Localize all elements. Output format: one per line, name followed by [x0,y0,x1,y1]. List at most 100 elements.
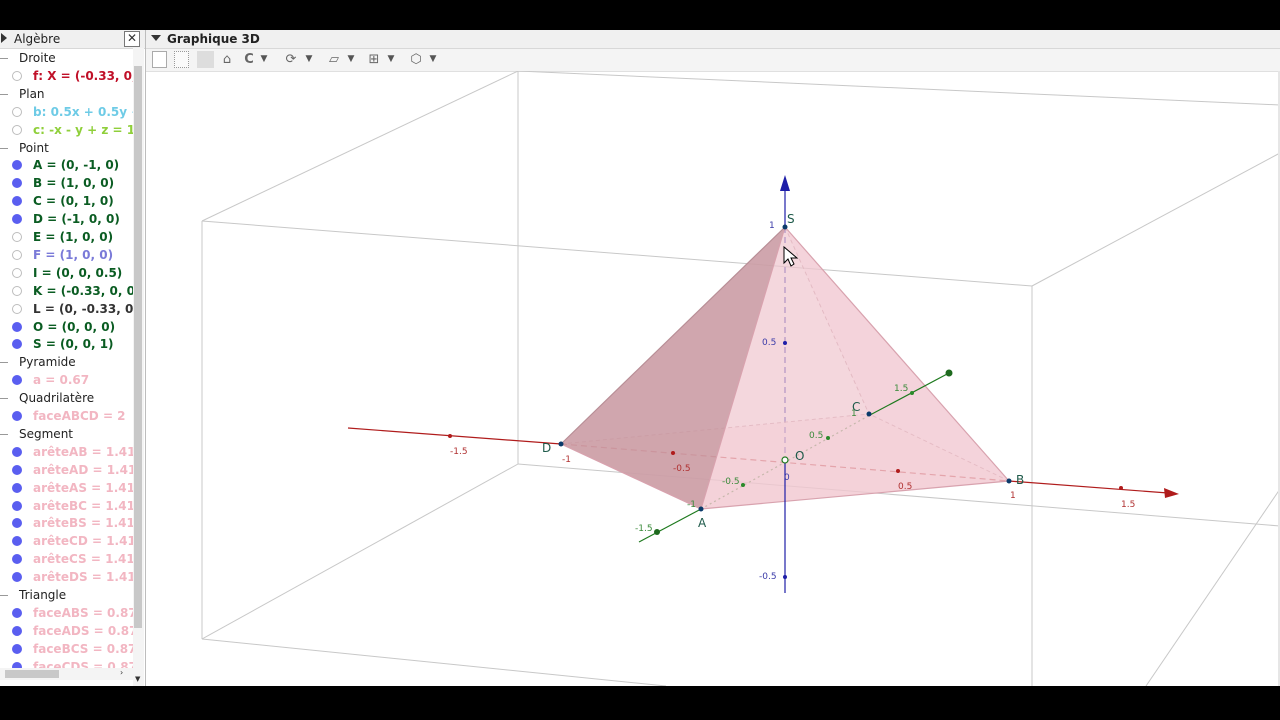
visibility-toggle-icon[interactable] [12,554,22,565]
view-direction-icon[interactable]: ⬡ [408,51,424,68]
algebra-category-header[interactable]: Plan [0,86,134,104]
close-icon[interactable]: ✕ [124,31,140,47]
algebra-item-label[interactable]: faceABCD = 2 [33,409,126,423]
axes-style-icon[interactable]: ⊞ [366,51,382,68]
animation-play-icon[interactable]: ⟳ [282,51,300,68]
visibility-toggle-icon[interactable] [12,625,22,636]
algebra-item[interactable]: arêteBC = 1.41 [0,498,134,516]
scrollbar-thumb[interactable] [134,66,142,628]
home-icon[interactable]: ⌂ [219,51,235,68]
algebra-category-header[interactable]: Point [0,140,134,158]
visibility-toggle-icon[interactable] [12,267,22,278]
algebra-item[interactable]: K = (-0.33, 0, 0.6 [0,283,134,301]
collapse-dash-icon[interactable] [0,398,8,400]
rotate-view-icon[interactable]: C [241,51,257,68]
visibility-toggle-icon[interactable] [12,70,22,81]
show-axes-icon[interactable] [152,51,167,68]
point-C[interactable] [866,411,872,417]
algebra-item[interactable]: F = (1, 0, 0) [0,247,134,265]
visibility-toggle-icon[interactable] [12,482,22,493]
algebra-item-label[interactable]: L = (0, -0.33, 0.6 [33,302,134,316]
visibility-toggle-icon[interactable] [12,375,22,386]
algebra-item-label[interactable]: faceABS = 0.87 [33,606,134,620]
scroll-down-arrow-icon[interactable]: ▼ [135,675,140,683]
algebra-item-label[interactable]: F = (1, 0, 0) [33,248,113,262]
algebra-item-label[interactable]: arêteAD = 1.41 [33,463,134,477]
algebra-item-label[interactable]: a = 0.67 [33,373,89,387]
scroll-right-arrow-icon[interactable]: › [120,668,123,677]
collapse-dash-icon[interactable] [0,147,8,149]
algebra-item[interactable]: arêteAB = 1.41 [0,444,134,462]
point-D[interactable] [558,441,564,447]
chevron-down-icon[interactable]: ▼ [304,51,314,68]
algebra-vertical-scrollbar[interactable]: ▼ [133,48,144,686]
visibility-toggle-icon[interactable] [12,196,22,207]
algebra-item[interactable]: S = (0, 0, 1) [0,336,134,354]
algebra-category-header[interactable]: Triangle [0,587,134,605]
algebra-item[interactable]: arêteAS = 1.41 [0,480,134,498]
algebra-item-label[interactable]: I = (0, 0, 0.5) [33,266,122,280]
chevron-down-icon[interactable]: ▼ [259,51,269,68]
algebra-item[interactable]: B = (1, 0, 0) [0,175,134,193]
algebra-item[interactable]: C = (0, 1, 0) [0,193,134,211]
algebra-item-label[interactable]: c: -x - y + z = 1 [33,123,134,137]
algebra-item[interactable]: faceABCD = 2 [0,408,134,426]
graphics-3d-canvas[interactable]: S A B C D O -1.5 -1 -0.5 0.5 1 1.5 -1.5 … [146,71,1280,686]
algebra-item-label[interactable]: arêteDS = 1.41 [33,570,134,584]
algebra-item[interactable]: O = (0, 0, 0) [0,319,134,337]
collapse-dash-icon[interactable] [0,433,8,435]
algebra-item-label[interactable]: arêteCS = 1.41 [33,552,134,566]
visibility-toggle-icon[interactable] [12,249,22,260]
visibility-toggle-icon[interactable] [12,518,22,529]
visibility-toggle-icon[interactable] [12,411,22,421]
algebra-item-label[interactable]: f: X = (-0.33, 0, 0 [33,69,134,83]
algebra-item[interactable]: arêteBS = 1.41 [0,515,134,533]
algebra-item[interactable]: f: X = (-0.33, 0, 0 [0,68,134,86]
visibility-toggle-icon[interactable] [12,214,22,225]
algebra-item[interactable]: b: 0.5x + 0.5y + [0,104,134,122]
visibility-toggle-icon[interactable] [12,464,22,475]
algebra-item-label[interactable]: E = (1, 0, 0) [33,230,113,244]
algebra-item[interactable]: I = (0, 0, 0.5) [0,265,134,283]
algebra-category-header[interactable]: Quadrilatère [0,390,134,408]
algebra-item[interactable]: faceABS = 0.87 [0,605,134,623]
visibility-toggle-icon[interactable] [12,160,22,171]
algebra-item[interactable]: D = (-1, 0, 0) [0,211,134,229]
chevron-down-icon[interactable]: ▼ [428,51,438,68]
collapse-dash-icon[interactable] [0,93,8,95]
algebra-item-label[interactable]: B = (1, 0, 0) [33,176,114,190]
visibility-toggle-icon[interactable] [12,124,22,135]
algebra-item-label[interactable]: b: 0.5x + 0.5y + [33,105,134,119]
algebra-item-label[interactable]: arêteBS = 1.41 [33,516,134,530]
algebra-item[interactable]: L = (0, -0.33, 0.6 [0,301,134,319]
hscrollbar-thumb[interactable] [5,670,59,678]
visibility-toggle-icon[interactable] [12,446,22,457]
algebra-item[interactable]: faceBCS = 0.87 [0,641,134,659]
algebra-item-label[interactable]: O = (0, 0, 0) [33,320,115,334]
point-B[interactable] [1006,478,1012,484]
collapse-arrow-icon[interactable] [1,33,7,43]
algebra-item[interactable]: arêteAD = 1.41 [0,462,134,480]
visibility-toggle-icon[interactable] [12,232,22,242]
visibility-toggle-icon[interactable] [12,607,22,618]
collapse-dash-icon[interactable] [0,362,8,364]
algebra-item[interactable]: arêteCS = 1.41 [0,551,134,569]
chevron-down-icon[interactable]: ▼ [346,51,356,68]
algebra-item[interactable]: E = (1, 0, 0) [0,229,134,247]
algebra-item-label[interactable]: faceBCS = 0.87 [33,642,134,656]
show-grid-icon[interactable] [174,51,189,68]
algebra-item[interactable]: c: -x - y + z = 1 [0,122,134,140]
algebra-item-label[interactable]: faceADS = 0.87 [33,624,134,638]
algebra-item-label[interactable]: D = (-1, 0, 0) [33,212,120,226]
point-O[interactable] [781,456,789,464]
algebra-category-header[interactable]: Segment [0,426,134,444]
visibility-toggle-icon[interactable] [12,285,22,296]
visibility-toggle-icon[interactable] [12,643,22,654]
algebra-item-label[interactable]: S = (0, 0, 1) [33,337,114,351]
algebra-item[interactable]: arêteDS = 1.41 [0,569,134,587]
algebra-item[interactable]: A = (0, -1, 0) [0,157,134,175]
visibility-toggle-icon[interactable] [12,572,22,583]
algebra-item-label[interactable]: C = (0, 1, 0) [33,194,114,208]
algebra-item-label[interactable]: K = (-0.33, 0, 0.6 [33,284,134,298]
algebra-category-header[interactable]: Pyramide [0,354,134,372]
